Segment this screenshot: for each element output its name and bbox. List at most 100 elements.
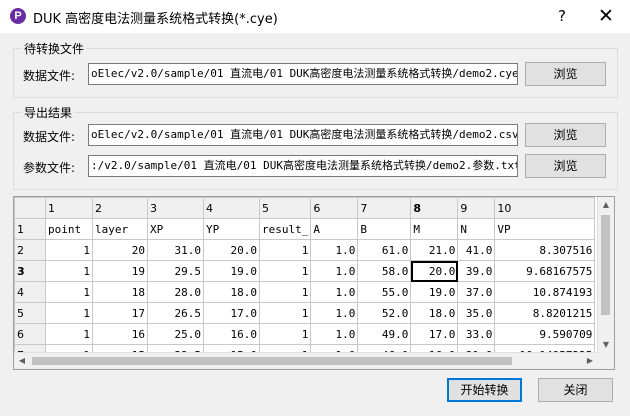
column-header[interactable]: 2 [92,197,148,219]
table-cell[interactable]: 1.0 [310,239,359,261]
table-cell[interactable]: 41.0 [457,239,496,261]
table-cell[interactable]: 18.0 [410,302,459,324]
table-cell[interactable]: 21.0 [410,239,459,261]
source-browse-button[interactable]: 浏览 [525,62,606,86]
table-cell[interactable]: 1.0 [310,302,359,324]
close-window-button[interactable]: ✕ [584,2,628,30]
scroll-up-icon[interactable]: ▲ [598,197,614,213]
table-cell[interactable]: 18 [92,281,148,303]
column-header[interactable]: 9 [457,197,496,219]
field-name-row: 1 point layer XP YP result_ A B M N VP [14,218,596,240]
field-name-cell[interactable]: M [410,218,459,240]
table-row: 3 1 19 29.5 19.0 1 1.0 58.0 20.0 39.0 9.68167575 [14,260,596,282]
row-header[interactable]: 2 [14,239,46,261]
help-button[interactable]: ? [540,2,584,30]
row-header[interactable]: 4 [14,281,46,303]
table-cell[interactable]: 1.0 [310,281,359,303]
table-cell[interactable]: 17.0 [410,323,459,345]
table-cell[interactable]: 19.0 [410,281,459,303]
table-cell[interactable]: 33.0 [457,323,496,345]
table-cell[interactable]: 19.0 [203,260,260,282]
param-browse-button[interactable]: 浏览 [525,154,606,178]
table-cell[interactable]: 1 [45,260,93,282]
field-name-cell[interactable]: result_ [258,218,312,240]
column-header[interactable]: 6 [310,197,359,219]
table-cell[interactable]: 1 [45,239,93,261]
source-data-file-input[interactable]: oElec/v2.0/sample/01 直流电/01 DUK高密度电法测量系统… [88,63,518,85]
row-header[interactable]: 6 [14,323,46,345]
grid-corner[interactable] [14,197,46,219]
table-cell[interactable]: 19 [92,260,148,282]
column-header[interactable]: 1 [45,197,93,219]
export-data-browse-button[interactable]: 浏览 [525,123,606,147]
table-cell[interactable]: 1 [258,323,312,345]
table-cell[interactable]: 20.0 [203,239,260,261]
table-cell[interactable]: 29.5 [147,260,204,282]
field-name-cell[interactable]: N [457,218,496,240]
column-header[interactable]: 3 [147,197,204,219]
column-header[interactable]: 7 [357,197,412,219]
table-cell[interactable]: 52.0 [357,302,412,324]
table-cell[interactable]: 17.0 [203,302,260,324]
vertical-scroll-thumb[interactable] [601,215,610,315]
vertical-scrollbar[interactable]: ▲ ▼ [597,197,614,353]
column-header[interactable]: 4 [203,197,260,219]
table-cell[interactable]: 61.0 [357,239,412,261]
table-cell[interactable]: 25.0 [147,323,204,345]
scroll-right-icon[interactable]: ▶ [582,353,598,369]
table-cell[interactable]: 31.0 [147,239,204,261]
field-name-cell[interactable]: layer [92,218,148,240]
table-cell[interactable]: 1 [45,302,93,324]
table-cell[interactable]: 1.0 [310,323,359,345]
table-cell[interactable]: 9.590709 [494,323,596,345]
table-cell[interactable]: 49.0 [357,323,412,345]
table-cell[interactable]: 28.0 [147,281,204,303]
table-cell[interactable]: 9.68167575 [494,260,596,282]
horizontal-scroll-thumb[interactable] [32,357,512,365]
scroll-down-icon[interactable]: ▼ [598,337,614,353]
table-cell[interactable]: 18.0 [203,281,260,303]
table-cell[interactable]: 20 [92,239,148,261]
scrollbar-corner [598,353,614,369]
column-header[interactable]: 10 [494,197,596,219]
table-cell[interactable]: 10.874193 [494,281,596,303]
table-cell[interactable]: 16.0 [203,323,260,345]
field-name-cell[interactable]: B [357,218,412,240]
table-row: 6 1 16 25.0 16.0 1 1.0 49.0 17.0 33.0 9.590709 [14,323,596,345]
table-cell[interactable]: 37.0 [457,281,496,303]
table-cell[interactable]: 17 [92,302,148,324]
row-header[interactable]: 1 [14,218,46,240]
table-cell[interactable]: 1 [258,239,312,261]
field-name-cell[interactable]: VP [494,218,596,240]
table-cell[interactable]: 1 [258,302,312,324]
field-name-cell[interactable]: A [310,218,359,240]
table-cell[interactable]: 16 [92,323,148,345]
table-cell[interactable]: 1 [258,281,312,303]
table-cell[interactable]: 8.8201215 [494,302,596,324]
field-name-cell[interactable]: point [45,218,93,240]
table-cell[interactable]: 8.307516 [494,239,596,261]
data-grid[interactable]: 1 2 3 4 5 6 7 8 9 10 1 point layer XP YP result_ A B M N VP… [13,196,615,370]
table-cell[interactable]: 1 [45,281,93,303]
table-cell[interactable]: 35.0 [457,302,496,324]
table-cell[interactable]: 1 [258,260,312,282]
column-header[interactable]: 8 [410,197,459,219]
scroll-left-icon[interactable]: ◀ [14,353,30,369]
start-conversion-button[interactable]: 开始转换 [447,378,522,402]
table-cell[interactable]: 55.0 [357,281,412,303]
table-cell[interactable]: 20.0 [410,260,459,282]
column-header[interactable]: 5 [258,197,312,219]
close-button[interactable]: 关闭 [538,378,613,402]
export-data-file-input[interactable]: oElec/v2.0/sample/01 直流电/01 DUK高密度电法测量系统… [88,124,518,146]
table-cell[interactable]: 58.0 [357,260,412,282]
field-name-cell[interactable]: XP [147,218,204,240]
row-header[interactable]: 5 [14,302,46,324]
table-cell[interactable]: 1.0 [310,260,359,282]
row-header[interactable]: 3 [14,260,46,282]
table-cell[interactable]: 39.0 [457,260,496,282]
field-name-cell[interactable]: YP [203,218,260,240]
table-cell[interactable]: 26.5 [147,302,204,324]
param-file-input[interactable]: :/v2.0/sample/01 直流电/01 DUK高密度电法测量系统格式转换… [88,155,518,177]
horizontal-scrollbar[interactable]: ◀ ▶ [14,352,598,369]
table-cell[interactable]: 1 [45,323,93,345]
